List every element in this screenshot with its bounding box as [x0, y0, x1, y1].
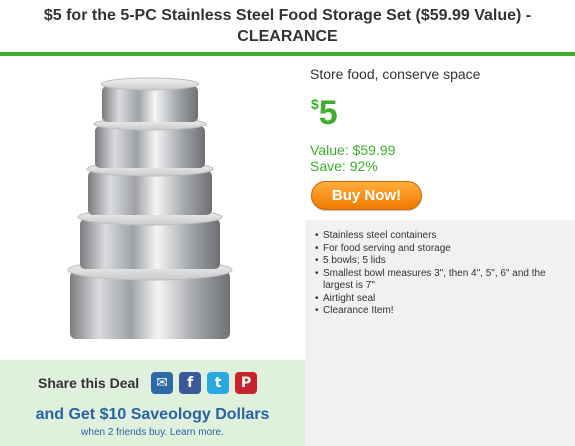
value-text: Value: $59.99 [310, 142, 396, 158]
facebook-icon[interactable]: f [179, 372, 202, 394]
details-item: Smallest bowl measures 3", then 4", 5", … [315, 268, 567, 293]
twitter-icon[interactable]: t [207, 372, 230, 394]
pinterest-icon[interactable]: P [235, 372, 258, 394]
details-item: Airtight seal [315, 293, 567, 306]
details-item: Clearance Item! [315, 305, 567, 318]
details-list: Stainless steel containers For food serv… [305, 220, 575, 318]
stainless-bowls-image [0, 56, 305, 360]
learn-more-link[interactable]: when 2 friends buy. Learn more. [0, 427, 305, 438]
deal-tagline: Store food, conserve space [310, 66, 481, 82]
details-item: 5 bowls; 5 lids [315, 255, 567, 268]
savings-offer[interactable]: and Get $10 Saveology Dollars [0, 406, 305, 424]
share-panel: Share this Deal ✉ f t P and Get $10 Save… [0, 360, 305, 446]
save-text: Save: 92% [310, 158, 378, 174]
price-currency: $ [311, 96, 319, 112]
deal-price: $5 [311, 96, 338, 130]
price-amount: 5 [318, 94, 338, 132]
details-item: For food serving and storage [315, 243, 567, 256]
email-icon[interactable]: ✉ [151, 372, 174, 394]
buy-now-button[interactable]: Buy Now! [311, 181, 422, 210]
deal-title: $5 for the 5-PC Stainless Steel Food Sto… [43, 7, 532, 45]
details-item: Stainless steel containers [315, 230, 567, 243]
right-column: Store food, conserve space $5 Value: $59… [305, 56, 575, 446]
details-panel: Stainless steel containers For food serv… [305, 220, 575, 446]
share-label: Share this Deal [38, 375, 140, 391]
share-row: Share this Deal ✉ f t P [38, 372, 263, 394]
product-image [0, 56, 305, 360]
left-column: Share this Deal ✉ f t P and Get $10 Save… [0, 56, 305, 446]
deal-header: $5 for the 5-PC Stainless Steel Food Sto… [0, 0, 575, 52]
